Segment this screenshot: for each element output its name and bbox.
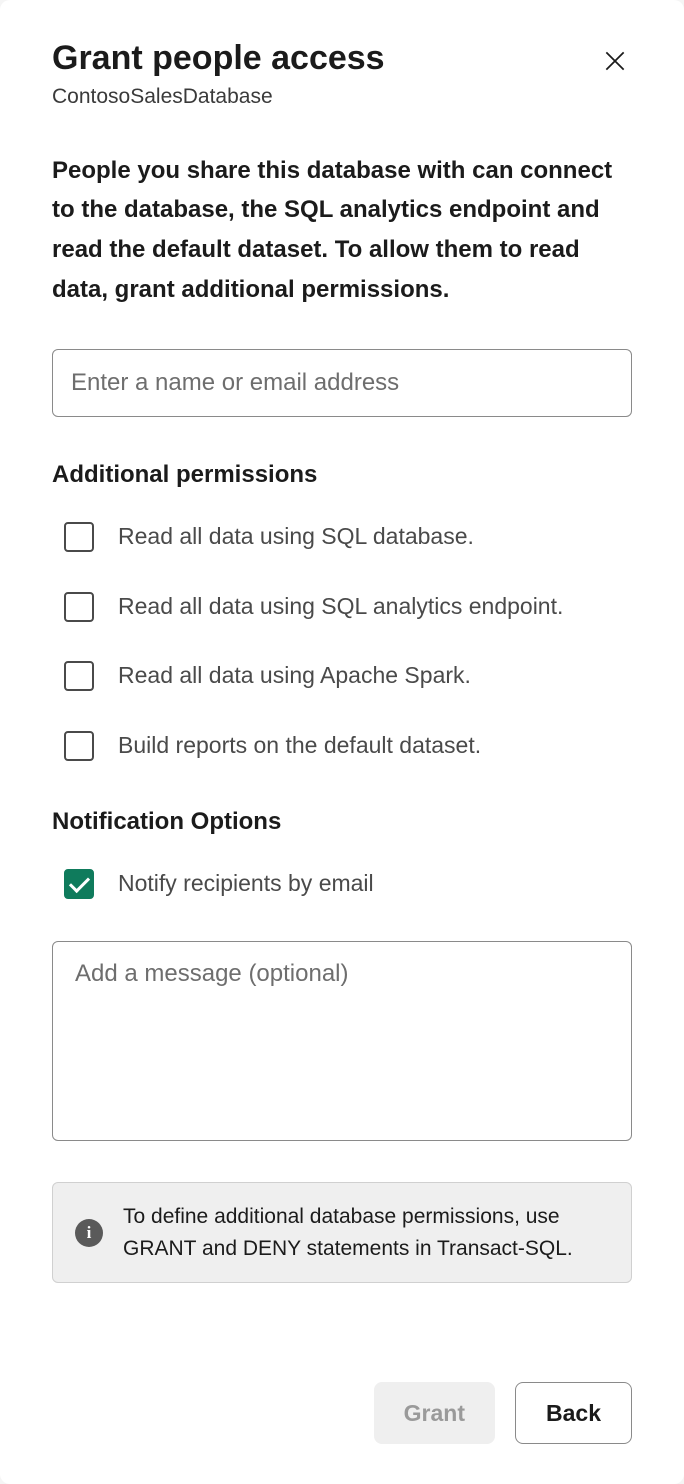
additional-permissions-section: Additional permissions Read all data usi… xyxy=(52,417,632,764)
checkbox-label: Read all data using Apache Spark. xyxy=(118,658,471,694)
info-box: i To define additional database permissi… xyxy=(52,1182,632,1283)
notification-heading: Notification Options xyxy=(52,808,632,836)
permissions-heading: Additional permissions xyxy=(52,461,632,489)
checkbox-label: Read all data using SQL analytics endpoi… xyxy=(118,589,563,625)
permission-row[interactable]: Read all data using Apache Spark. xyxy=(52,658,632,694)
dialog-description: People you share this database with can … xyxy=(52,151,632,309)
notify-row[interactable]: Notify recipients by email xyxy=(52,866,632,902)
info-text: To define additional database permission… xyxy=(123,1201,609,1264)
checkbox-read-sql-analytics[interactable] xyxy=(64,592,94,622)
close-button[interactable] xyxy=(598,44,632,81)
checkbox-label: Build reports on the default dataset. xyxy=(118,728,481,764)
checkbox-read-spark[interactable] xyxy=(64,661,94,691)
checkbox-build-reports[interactable] xyxy=(64,731,94,761)
title-block: Grant people access ContosoSalesDatabase xyxy=(52,38,385,109)
checkbox-notify-email[interactable] xyxy=(64,869,94,899)
permissions-list: Read all data using SQL database. Read a… xyxy=(52,519,632,764)
dialog-title: Grant people access xyxy=(52,38,385,79)
permission-row[interactable]: Read all data using SQL database. xyxy=(52,519,632,555)
permission-row[interactable]: Read all data using SQL analytics endpoi… xyxy=(52,589,632,625)
button-row: Grant Back xyxy=(52,1342,632,1444)
permission-row[interactable]: Build reports on the default dataset. xyxy=(52,728,632,764)
checkbox-label: Read all data using SQL database. xyxy=(118,519,474,555)
notification-list: Notify recipients by email xyxy=(52,866,632,902)
people-input[interactable] xyxy=(52,349,632,417)
back-button[interactable]: Back xyxy=(515,1382,632,1444)
notification-section: Notification Options Notify recipients b… xyxy=(52,764,632,1147)
info-icon: i xyxy=(75,1219,103,1247)
message-textarea[interactable] xyxy=(52,941,632,1141)
close-icon xyxy=(602,48,628,74)
checkbox-label: Notify recipients by email xyxy=(118,866,374,902)
checkbox-read-sql-db[interactable] xyxy=(64,522,94,552)
dialog-header: Grant people access ContosoSalesDatabase xyxy=(52,38,632,109)
grant-button[interactable]: Grant xyxy=(374,1382,495,1444)
dialog-subtitle: ContosoSalesDatabase xyxy=(52,85,385,109)
grant-access-dialog: Grant people access ContosoSalesDatabase… xyxy=(0,0,684,1484)
